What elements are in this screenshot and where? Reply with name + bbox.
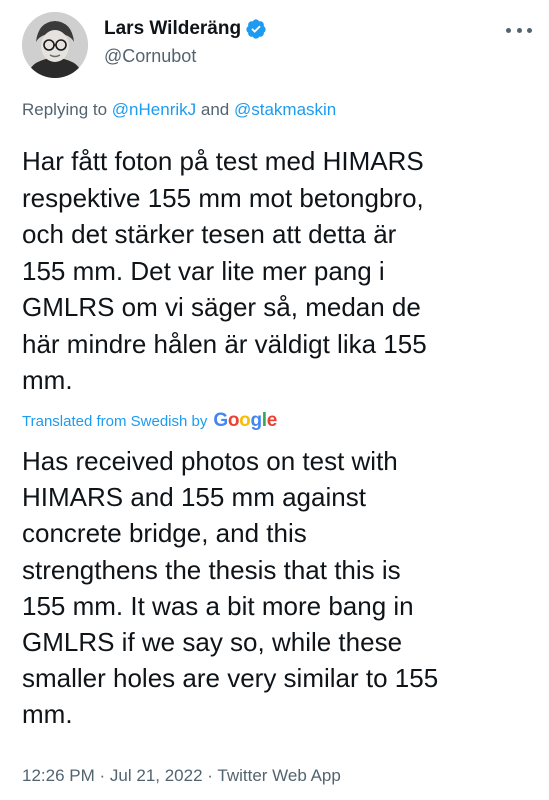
translated-text: Has received photos on test with HIMARS …: [22, 443, 532, 733]
tweet-text-line: respektive 155 mm mot betongbro,: [22, 182, 424, 213]
mention-link[interactable]: @nHenrikJ: [112, 100, 196, 119]
tweet-text-line: och det stärker tesen att detta är: [22, 219, 397, 249]
avatar-portrait-icon: [22, 12, 88, 78]
meta-separator: ·: [99, 766, 106, 785]
tweet-source: Twitter Web App: [217, 766, 341, 785]
replying-to: Replying to @nHenrikJ and @stakmaskin: [22, 100, 336, 120]
google-logo: Google: [213, 410, 278, 431]
handle[interactable]: @Cornubot: [104, 46, 267, 67]
translated-text-line: concrete bridge, and this: [22, 518, 307, 549]
more-options-icon[interactable]: [506, 20, 532, 40]
translated-text-line: Has received photos on test with: [22, 446, 398, 476]
tweet-meta: 12:26 PM · Jul 21, 2022 · Twitter Web Ap…: [22, 766, 341, 786]
translation-label: Translated from Swedish by: [22, 413, 208, 430]
display-name[interactable]: Lars Wilderäng: [104, 18, 241, 40]
mention-link[interactable]: @stakmaskin: [234, 100, 336, 119]
tweet-text-line: här mindre hålen är väldigt lika 155: [22, 328, 427, 359]
meta-separator: ·: [207, 766, 213, 785]
tweet-time[interactable]: 12:26 PM: [22, 766, 95, 785]
verified-badge-icon: [245, 18, 267, 40]
replying-conjunction: and: [200, 100, 230, 119]
tweet-text-line: Har fått foton på test med HIMARS: [22, 146, 424, 176]
replying-prefix: Replying to: [22, 100, 108, 119]
tweet-header: Lars Wilderäng @Cornubot: [22, 12, 532, 78]
author-names: Lars Wilderäng @Cornubot: [104, 16, 267, 67]
translated-text-line: 155 mm. It was a bit more bang in: [22, 590, 414, 621]
translated-text-line: GMLRS if we say so, while these: [22, 627, 403, 658]
avatar[interactable]: [22, 12, 88, 78]
tweet-text-line: mm.: [22, 365, 73, 395]
translated-text-line: HIMARS and 155 mm against: [22, 482, 366, 513]
tweet-text: Har fått foton på test med HIMARS respek…: [22, 143, 532, 399]
tweet-text-line: GMLRS om vi säger så, medan de: [22, 292, 421, 322]
translated-text-line: strengthens the thesis that this is: [22, 554, 401, 585]
tweet-text-line: 155 mm. Det var lite mer pang i: [22, 255, 385, 286]
tweet: Lars Wilderäng @Cornubot Replying to @nH…: [0, 0, 549, 800]
display-name-row: Lars Wilderäng: [104, 16, 267, 42]
translated-text-line: smaller holes are very similar to 155: [22, 663, 439, 694]
translated-text-line: mm.: [22, 699, 73, 730]
tweet-date[interactable]: Jul 21, 2022: [110, 766, 203, 785]
translation-attribution[interactable]: Translated from Swedish by Google: [22, 410, 277, 432]
